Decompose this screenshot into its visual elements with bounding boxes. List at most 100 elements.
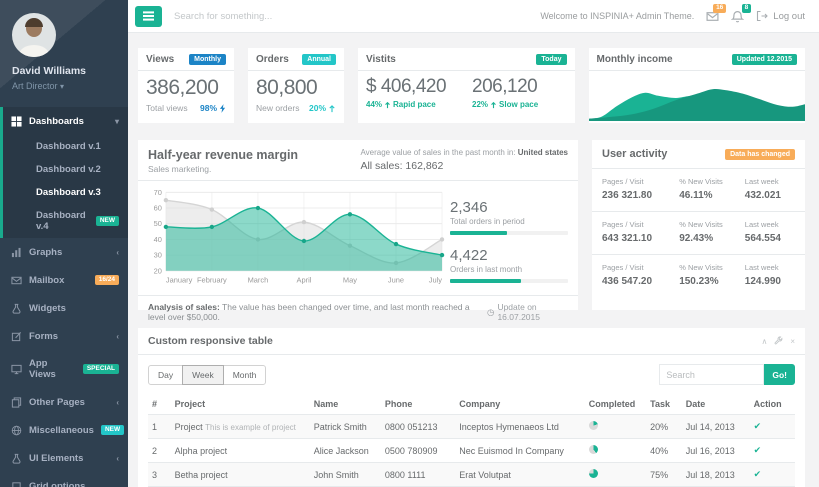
logout-button[interactable]: Log out	[756, 10, 805, 22]
nav-group-dashboards: Dashboards ▾ Dashboard v.1 Dashboard v.2…	[0, 107, 128, 238]
sign-out-icon	[756, 10, 768, 22]
menu-toggle-button[interactable]	[135, 6, 162, 27]
sidebar-item-dashboard-v2[interactable]: Dashboard v.2	[3, 158, 128, 181]
sidebar-item-grid-options[interactable]: Grid options	[0, 472, 128, 487]
check-icon[interactable]: ✔	[754, 469, 762, 479]
go-button[interactable]: Go!	[764, 364, 795, 385]
level-up-icon	[328, 104, 336, 113]
svg-text:50: 50	[154, 219, 162, 228]
flask-icon	[10, 452, 22, 464]
stats-row: Views Monthly 386,200 Total views 98%	[138, 48, 805, 123]
bar-chart-icon	[10, 246, 22, 258]
check-icon[interactable]: ✔	[754, 445, 762, 455]
sidebar-item-ui-elements[interactable]: UI Elements ‹	[0, 444, 128, 472]
special-badge: SPECIAL	[83, 364, 119, 375]
messages-count-badge: 16	[713, 4, 726, 14]
activity-row: Pages / Visit236 321.80 % New Visits46.1…	[592, 169, 805, 212]
stat-title: Orders	[256, 54, 289, 65]
level-up-icon	[490, 101, 497, 109]
level-up-icon	[384, 101, 391, 109]
globe-icon	[10, 424, 22, 436]
table-header-row: # Project Name Phone Company Completed T…	[148, 394, 795, 415]
projects-table: # Project Name Phone Company Completed T…	[148, 394, 795, 487]
sidebar-item-other-pages[interactable]: Other Pages ‹	[0, 388, 128, 416]
sidebar-item-forms[interactable]: Forms ‹	[0, 322, 128, 350]
day-filter-button[interactable]: Day	[148, 365, 183, 385]
angle-left-icon: ‹	[116, 454, 119, 463]
profile-role-dropdown[interactable]: Art Director ▾	[12, 81, 116, 91]
stat-title: Vistits	[366, 54, 396, 65]
table-row: 1 Project This is example of project Pat…	[148, 415, 795, 439]
panel-title: Custom responsive table	[148, 335, 273, 347]
app-root: David Williams Art Director ▾ Dashboards…	[0, 0, 819, 487]
income-area-chart	[589, 71, 806, 121]
stat-caption: New orders	[256, 103, 299, 113]
notifications-button[interactable]: 8	[731, 10, 744, 23]
panel-title: Half-year revenue margin	[148, 148, 298, 162]
sidebar-item-widgets[interactable]: Widgets	[0, 294, 128, 322]
close-icon[interactable]: ×	[790, 337, 795, 346]
collapse-icon[interactable]: ∧	[761, 337, 767, 346]
check-icon[interactable]: ✔	[754, 421, 762, 431]
flask-icon	[10, 302, 22, 314]
edit-icon	[10, 330, 22, 342]
panel-subtitle: Sales marketing.	[148, 164, 298, 174]
sidebar-item-dashboard-v4[interactable]: Dashboard v.4 NEW	[3, 204, 128, 238]
sidebar-item-label: Dashboards	[29, 116, 84, 127]
topbar: Welcome to INSPINIA+ Admin Theme. 16 8 L…	[128, 0, 819, 33]
th-large-icon	[10, 115, 22, 127]
profile-name: David Williams	[12, 65, 116, 77]
sidebar-item-dashboard-v1[interactable]: Dashboard v.1	[3, 135, 128, 158]
sidebar-item-miscellaneous[interactable]: Miscellaneous NEW	[0, 416, 128, 444]
chevron-down-icon: ▾	[115, 117, 119, 126]
messages-button[interactable]: 16	[706, 10, 719, 23]
visits-value-group: 206,120 22% Slow pace	[472, 76, 538, 109]
svg-text:March: March	[248, 276, 269, 285]
table-row: 3 Betha project John Smith 0800 1111 Era…	[148, 463, 795, 487]
monthly-income-box: Monthly income Updated 12.2015	[589, 48, 806, 123]
completed-pie	[589, 421, 598, 430]
svg-text:May: May	[343, 276, 357, 285]
welcome-text: Welcome to INSPINIA+ Admin Theme.	[540, 11, 694, 21]
files-icon	[10, 396, 22, 408]
svg-text:February: February	[197, 276, 227, 285]
sidebar-item-mailbox[interactable]: Mailbox 16/24	[0, 266, 128, 294]
svg-text:April: April	[297, 276, 312, 285]
orders-month-value: 4,422	[450, 247, 568, 264]
stat-title: Views	[146, 54, 174, 65]
stat-title: Monthly income	[597, 54, 673, 65]
middle-row: Half-year revenue margin Sales marketing…	[138, 140, 805, 310]
month-filter-button[interactable]: Month	[223, 365, 267, 385]
table-search-input[interactable]	[659, 364, 764, 385]
wrench-icon[interactable]	[774, 336, 783, 347]
avatar	[12, 13, 56, 57]
sidebar-nav: Dashboards ▾ Dashboard v.1 Dashboard v.2…	[0, 107, 128, 487]
sidebar-item-app-views[interactable]: App Views SPECIAL	[0, 350, 128, 388]
svg-text:70: 70	[154, 188, 162, 197]
responsive-table-panel: Custom responsive table ∧ × Day Week Mon…	[138, 328, 805, 487]
revenue-panel: Half-year revenue margin Sales marketing…	[138, 140, 578, 310]
bolt-icon	[219, 104, 226, 113]
data-changed-badge: Data has changed	[725, 149, 795, 160]
angle-left-icon: ‹	[116, 332, 119, 341]
sidebar-item-dashboard-v3[interactable]: Dashboard v.3	[3, 181, 128, 204]
caret-down-icon: ▾	[60, 82, 64, 91]
sidebar: David Williams Art Director ▾ Dashboards…	[0, 0, 128, 487]
svg-text:40: 40	[154, 235, 162, 244]
orders-period-value: 2,346	[450, 199, 568, 216]
stat-caption: Total views	[146, 103, 188, 113]
sidebar-item-dashboards[interactable]: Dashboards ▾	[3, 107, 128, 135]
orders-stat-box: Orders Annual 80,800 New orders 20%	[248, 48, 344, 123]
svg-text:July: July	[429, 276, 443, 285]
activity-row: Pages / Visit643 321.10 % New Visits92.4…	[592, 212, 805, 255]
search-input[interactable]	[174, 11, 394, 22]
stat-value: 206,120	[472, 76, 538, 98]
new-badge: NEW	[96, 216, 119, 227]
svg-text:60: 60	[154, 203, 162, 212]
week-filter-button[interactable]: Week	[182, 365, 224, 385]
sidebar-item-graphs[interactable]: Graphs ‹	[0, 238, 128, 266]
stat-value: $ 406,420	[366, 76, 446, 98]
revenue-area-chart: JanuaryFebruaryMarchAprilMayJuneJuly2030…	[148, 187, 446, 293]
panel-title: User activity	[602, 148, 667, 160]
svg-text:January: January	[166, 276, 193, 285]
